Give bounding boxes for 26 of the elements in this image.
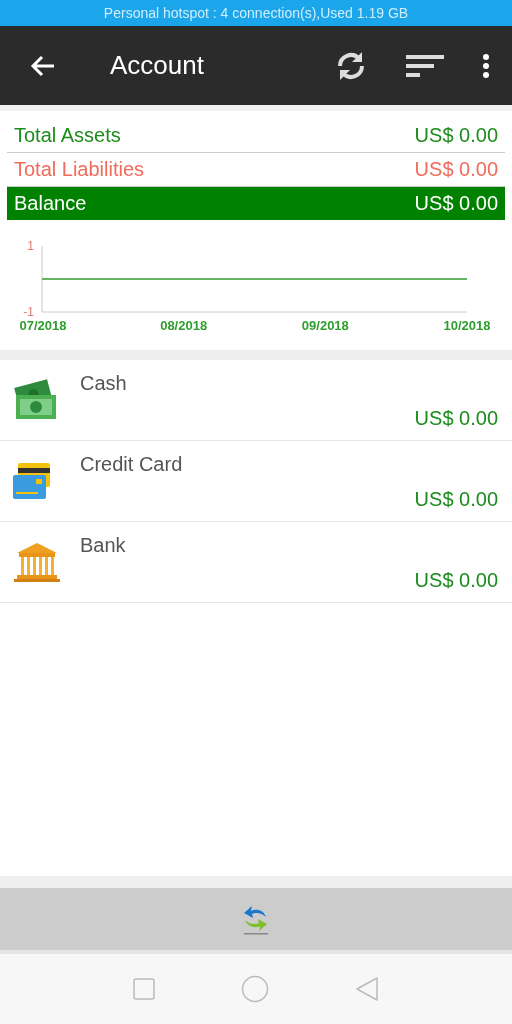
- axis-label: 08/2018: [160, 318, 208, 333]
- axis-label: 09/2018: [301, 318, 349, 333]
- axis-label: 10/2018: [443, 318, 491, 333]
- account-name: Credit Card: [80, 453, 184, 476]
- account-row[interactable]: Cash US$ 0.00: [0, 360, 512, 441]
- account-name: Cash: [80, 372, 128, 395]
- bank-building-icon: [12, 541, 62, 583]
- axis-label: 07/2018: [19, 318, 67, 333]
- screen-title: Account: [110, 50, 205, 81]
- axis-label: -1: [23, 305, 34, 319]
- summary-amount: US$ 0.00: [414, 124, 498, 147]
- credit-card-icon: [12, 461, 52, 501]
- summary-amount: US$ 0.00: [414, 192, 498, 215]
- summary-amount: US$ 0.00: [414, 158, 498, 181]
- account-amount: US$ 0.00: [414, 488, 498, 511]
- account-row[interactable]: Bank US$ 0.00: [0, 522, 512, 603]
- axis-label: 1: [27, 239, 34, 253]
- account-amount: US$ 0.00: [414, 407, 498, 430]
- summary-label: Total Assets: [14, 124, 121, 147]
- account-amount: US$ 0.00: [414, 569, 498, 592]
- summary-label: Total Liabilities: [14, 158, 145, 181]
- status-bar-text: Personal hotspot : 4 connection(s),Used 1.19 GB: [0, 0, 512, 26]
- banknote-icon: [12, 379, 58, 421]
- account-name: Bank: [80, 534, 127, 557]
- summary-label: Balance: [14, 192, 87, 215]
- account-row[interactable]: Credit Card US$ 0.00: [0, 441, 512, 522]
